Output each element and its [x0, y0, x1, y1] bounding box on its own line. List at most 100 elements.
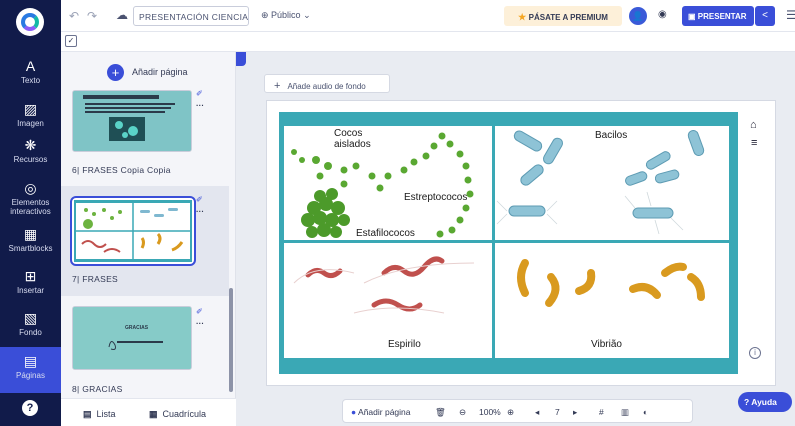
rail-item-smartblocks[interactable]: ▦ Smartblocks: [0, 226, 61, 253]
menu-icon[interactable]: ☰: [786, 8, 795, 22]
slide-canvas[interactable]: Cocos aislados Estreptococos Estafilococ…: [279, 112, 738, 374]
page-thumbnail-6[interactable]: [72, 90, 192, 152]
zoom-out-icon[interactable]: ⊖: [459, 407, 466, 418]
rail-label: Texto: [20, 76, 41, 85]
pages-panel: + Añadir página ✐ ··· 6| FRASES Copia Copi…: [61, 52, 236, 426]
zoom-level: 100%: [479, 407, 501, 417]
rail-item-image[interactable]: ▨ Imagen: [0, 101, 61, 128]
present-button[interactable]: ▣ PRESENTAR: [682, 6, 754, 26]
image-icon: ▨: [23, 101, 38, 117]
magic-icon: ✐: [196, 89, 203, 98]
editor-root: A Texto ▨ Imagen ❋ Recursos ◎ Elementos inte…: [0, 0, 795, 426]
tab-grid[interactable]: ▦ Cuadrícula: [149, 409, 206, 420]
info-icon[interactable]: i: [749, 347, 761, 359]
label-vibrion: Vibrião: [591, 339, 622, 350]
zoom-in-icon[interactable]: ⊕: [507, 407, 514, 418]
add-page-bottom-button[interactable]: ● Añadir página: [351, 407, 411, 417]
cocci-illustration: [291, 132, 474, 238]
checkbox-icon[interactable]: ✓: [65, 35, 77, 47]
help-icon[interactable]: ?: [22, 400, 38, 416]
label-estreptococos: Estreptococos: [404, 192, 468, 203]
home-icon[interactable]: ⌂: [750, 119, 757, 131]
page-7-actions[interactable]: ✐ ···: [196, 194, 204, 218]
page-6-preview: [73, 91, 191, 151]
background-audio-button[interactable]: + Añade audio de fondo: [264, 74, 390, 93]
add-page-bottom-label: Añadir página: [358, 407, 411, 417]
columns-icon[interactable]: ▥: [621, 407, 629, 418]
undo-icon[interactable]: ↶: [69, 9, 79, 23]
prev-page-icon[interactable]: ◂: [535, 407, 539, 418]
premium-label: PÁSATE A PREMIUM: [528, 13, 608, 22]
more-icon: ···: [196, 319, 204, 328]
page-7-preview: [74, 200, 192, 262]
rail-item-interactive[interactable]: ◎ Elementos interactivos: [0, 180, 61, 216]
page-thumbnail-8[interactable]: GRACIAS: [72, 306, 192, 370]
list-icon: ▤: [83, 409, 92, 419]
page-label-7: 7| FRASES: [72, 274, 119, 284]
redo-icon[interactable]: ↷: [87, 9, 97, 23]
add-page-button[interactable]: + Añadir página: [107, 64, 188, 81]
quadrant-vibrion[interactable]: Vibrião: [495, 243, 729, 358]
visibility-dropdown[interactable]: ⊕ Público ⌄: [261, 10, 311, 21]
label-aislados: aislados: [334, 139, 371, 150]
interactive-icon: ◎: [24, 180, 37, 196]
palette-icon[interactable]: ◐: [643, 407, 648, 417]
page-8-title: GRACIAS: [125, 325, 149, 331]
text-icon: A: [25, 58, 36, 74]
share-icon[interactable]: <: [755, 6, 775, 26]
rail-item-resources[interactable]: ❋ Recursos: [0, 137, 61, 164]
rail-item-background[interactable]: ▧ Fondo: [0, 310, 61, 337]
slide-content: Cocos aislados Estreptococos Estafilococ…: [284, 126, 729, 358]
page-thumbnail-7[interactable]: [70, 196, 196, 266]
delete-icon[interactable]: 🗑: [435, 407, 446, 418]
rail-item-text[interactable]: A Texto: [0, 58, 61, 85]
star-icon: ★: [518, 12, 529, 22]
rail-item-insert[interactable]: ⊞ Insertar: [0, 268, 61, 295]
presentation-title-field[interactable]: PRESENTACIÓN CIENCIA...: [133, 6, 249, 26]
bottom-toolbar: ● Añadir página 🗑 ⊖ 100% ⊕ ◂ 7 ▸ # ▥ ◐: [342, 399, 693, 423]
menu-icon[interactable]: ≡: [751, 137, 757, 149]
visibility-label: Público: [271, 10, 301, 20]
present-icon: ▣: [688, 12, 698, 21]
quadrant-espirilo[interactable]: Espirilo: [284, 243, 494, 358]
panel-scrollbar[interactable]: [229, 288, 233, 392]
tab-list[interactable]: ▤ Lista: [83, 409, 116, 420]
rail-label: Insertar: [16, 286, 45, 295]
next-page-icon[interactable]: ▸: [573, 407, 577, 418]
quadrant-bacilos[interactable]: Bacilos: [495, 126, 729, 240]
tab-list-label: Lista: [96, 409, 116, 419]
grid-icon: ▦: [149, 409, 158, 419]
magic-icon: ✐: [196, 307, 203, 316]
top-bar: ↶ ↷ ☁ PRESENTACIÓN CIENCIA... ⊕ Público …: [61, 0, 795, 32]
bacilli-illustration: [496, 129, 705, 235]
page-label-8: 8| GRACIAS: [72, 384, 123, 394]
chevron-down-icon: ⌄: [300, 10, 311, 20]
present-label: PRESENTAR: [697, 12, 747, 21]
user-avatar[interactable]: 👤: [629, 7, 647, 25]
app-logo[interactable]: [16, 8, 44, 36]
rail-label: Imagen: [17, 119, 44, 128]
page-8-actions[interactable]: ✐ ···: [196, 306, 204, 330]
rail-label: Recursos: [13, 155, 48, 164]
quadrant-cocos[interactable]: Cocos aislados Estreptococos Estafilococ…: [284, 126, 494, 240]
resources-icon: ❋: [24, 137, 37, 153]
page-number: 7: [555, 407, 560, 417]
grid-divider-horizontal: [284, 240, 729, 243]
left-rail: A Texto ▨ Imagen ❋ Recursos ◎ Elementos inte…: [0, 0, 61, 426]
premium-button[interactable]: ★ PÁSATE A PREMIUM: [504, 6, 622, 26]
more-icon: ···: [196, 207, 204, 216]
help-button[interactable]: ? Ayuda: [738, 392, 792, 412]
audio-button-label: Añade audio de fondo: [287, 82, 366, 91]
page-8-preview: [73, 307, 191, 369]
rail-label: Páginas: [16, 371, 45, 380]
collapse-panel-tab[interactable]: [236, 52, 246, 66]
cloud-icon: ☁: [116, 8, 128, 22]
grid-icon[interactable]: #: [599, 407, 604, 417]
rail-item-pages[interactable]: ▤ Páginas: [0, 347, 61, 393]
plus-icon: +: [274, 80, 281, 92]
label-espirilo: Espirilo: [388, 339, 421, 350]
page-label-6: 6| FRASES Copia Copia: [72, 165, 171, 175]
page-6-actions[interactable]: ✐ ···: [196, 88, 204, 112]
preview-eye-icon[interactable]: ◉: [658, 9, 667, 20]
help-label: Ayuda: [751, 397, 777, 407]
